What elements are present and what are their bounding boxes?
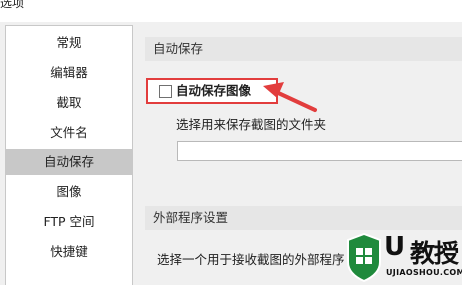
sidebar-item-autosave[interactable]: 自动保存 (6, 149, 132, 175)
watermark-u: U (384, 232, 406, 262)
sidebar-item-general[interactable]: 常规 (6, 30, 132, 56)
sidebar-item-editor[interactable]: 编辑器 (6, 60, 132, 86)
sidebar-item-capture[interactable]: 截取 (6, 90, 132, 116)
sidebar-item-hotkeys[interactable]: 快捷键 (6, 239, 132, 265)
sidebar-item-filename[interactable]: 文件名 (6, 120, 132, 146)
autosave-checkbox-label[interactable]: 自动保存图像 (176, 81, 251, 101)
shield-logo-icon (347, 232, 381, 282)
folder-label: 选择用来保存截图的文件夹 (176, 117, 327, 132)
folder-path-input[interactable] (177, 141, 462, 161)
watermark-logo: U 教授 UJIAOSHOU.COM (344, 232, 462, 284)
window-title: 选项 (0, 0, 25, 10)
title-bar: 选项 (0, 0, 462, 22)
autosave-section-header: 自动保存 (145, 37, 462, 61)
autosave-checkbox[interactable] (159, 85, 172, 98)
watermark-brand: 教授 (410, 239, 459, 268)
external-program-label: 选择一个用于接收截图的外部程序 (157, 252, 345, 267)
sidebar-item-ftp[interactable]: FTP 空间 (6, 209, 132, 235)
red-arrow-icon (263, 82, 317, 112)
sidebar-item-image[interactable]: 图像 (6, 179, 132, 205)
options-sidebar: 常规 编辑器 截取 文件名 自动保存 图像 FTP 空间 快捷键 (5, 25, 133, 285)
external-section-header: 外部程序设置 (145, 206, 462, 230)
autosave-checkbox-highlight[interactable]: 自动保存图像 (146, 78, 278, 104)
watermark-url: UJIAOSHOU.COM (386, 268, 462, 277)
